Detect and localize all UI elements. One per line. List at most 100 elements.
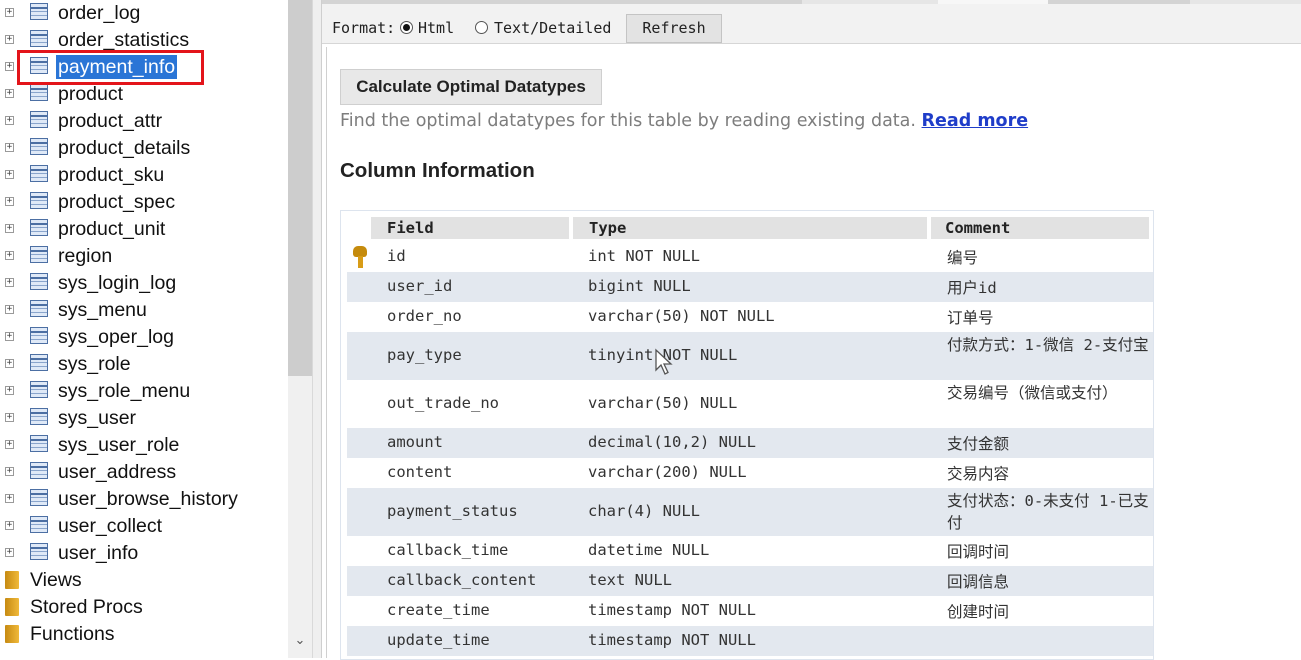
tree-item-label[interactable]: user_collect: [58, 513, 162, 540]
expand-icon[interactable]: +: [5, 35, 14, 44]
tree-item-table[interactable]: + sys_role_menu: [0, 378, 288, 405]
tree-item-table[interactable]: + sys_role: [0, 351, 288, 378]
tree-item-table[interactable]: + product_unit: [0, 216, 288, 243]
tree-item-label[interactable]: product: [58, 81, 123, 108]
tree-item-folder[interactable]: Stored Procs: [0, 594, 288, 621]
table-row[interactable]: id int NOT NULL 编号: [347, 242, 1153, 272]
tree-item-label[interactable]: user_info: [58, 540, 138, 567]
tree-item-table[interactable]: + sys_user: [0, 405, 288, 432]
folder-icon: [5, 571, 19, 589]
tree-item-label[interactable]: product_unit: [58, 216, 165, 243]
html-option-label[interactable]: Html: [418, 19, 454, 37]
expand-icon[interactable]: +: [5, 278, 14, 287]
table-row[interactable]: content varchar(200) NULL 交易内容: [347, 458, 1153, 488]
type-cell: datetime NULL: [588, 541, 710, 559]
table-row[interactable]: callback_time datetime NULL 回调时间: [347, 536, 1153, 566]
field-cell: callback_content: [387, 571, 537, 589]
tree-item-table[interactable]: + product_spec: [0, 189, 288, 216]
tree-item-label[interactable]: sys_role_menu: [58, 378, 190, 405]
table-row[interactable]: create_time timestamp NOT NULL 创建时间: [347, 596, 1153, 626]
comment-cell: 订单号: [947, 309, 994, 327]
type-cell: text NULL: [588, 571, 672, 589]
expand-icon[interactable]: +: [5, 170, 14, 179]
comment-cell: 交易内容: [947, 465, 1010, 483]
expand-icon[interactable]: +: [5, 143, 14, 152]
expand-icon[interactable]: +: [5, 116, 14, 125]
text-detailed-option-label[interactable]: Text/Detailed: [494, 19, 611, 37]
scroll-down-arrow-icon[interactable]: ⌄: [290, 630, 310, 652]
expand-icon[interactable]: +: [5, 224, 14, 233]
tree-item-label[interactable]: sys_role: [58, 351, 131, 378]
expand-icon[interactable]: +: [5, 440, 14, 449]
tree-item-label[interactable]: user_address: [58, 459, 176, 486]
table-row[interactable]: pay_type tinyint NOT NULL 付款方式：1-微信 2-支付宝: [347, 332, 1153, 380]
tree-item-label[interactable]: sys_oper_log: [58, 324, 174, 351]
column-header[interactable]: Type: [573, 217, 927, 239]
field-cell: payment_status: [387, 502, 518, 520]
tree-item-folder[interactable]: Functions: [0, 621, 288, 648]
tree-item-table[interactable]: + user_browse_history: [0, 486, 288, 513]
expand-icon[interactable]: +: [5, 413, 14, 422]
expand-icon[interactable]: +: [5, 494, 14, 503]
table-row[interactable]: user_id bigint NULL 用户id: [347, 272, 1153, 302]
html-radio[interactable]: [400, 21, 413, 34]
expand-icon[interactable]: +: [5, 305, 14, 314]
tree-item-label[interactable]: product_details: [58, 135, 190, 162]
expand-icon[interactable]: +: [5, 359, 14, 368]
expand-icon[interactable]: +: [5, 332, 14, 341]
comment-cell: 付款方式：1-微信 2-支付宝: [947, 336, 1149, 354]
tree-item-label[interactable]: order_log: [58, 0, 140, 27]
table-row[interactable]: update_time timestamp NOT NULL: [347, 626, 1153, 656]
tree-item-table[interactable]: + user_collect: [0, 513, 288, 540]
tree-item-label[interactable]: product_spec: [58, 189, 175, 216]
field-cell: out_trade_no: [387, 394, 499, 412]
column-header[interactable]: Comment: [931, 217, 1149, 239]
expand-icon[interactable]: +: [5, 89, 14, 98]
tree-item-table[interactable]: + user_address: [0, 459, 288, 486]
expand-icon[interactable]: +: [5, 197, 14, 206]
tree-folder-label[interactable]: Views: [30, 567, 82, 594]
expand-icon[interactable]: +: [5, 521, 14, 530]
table-row[interactable]: order_no varchar(50) NOT NULL 订单号: [347, 302, 1153, 332]
expand-icon[interactable]: +: [5, 62, 14, 71]
tree-item-label[interactable]: product_sku: [58, 162, 164, 189]
table-row[interactable]: callback_content text NULL 回调信息: [347, 566, 1153, 596]
column-header[interactable]: Field: [371, 217, 569, 239]
expand-icon[interactable]: +: [5, 386, 14, 395]
tree-item-table[interactable]: + sys_user_role: [0, 432, 288, 459]
tree-scroll-thumb[interactable]: [288, 0, 312, 376]
tree-item-table[interactable]: + product_details: [0, 135, 288, 162]
tree-item-label[interactable]: sys_menu: [58, 297, 147, 324]
tree-item-table[interactable]: + sys_menu: [0, 297, 288, 324]
calculate-optimal-datatypes-button[interactable]: Calculate Optimal Datatypes: [340, 69, 602, 105]
tree-item-label[interactable]: sys_login_log: [58, 270, 176, 297]
tree-item-label[interactable]: user_browse_history: [58, 486, 238, 513]
tree-item-table[interactable]: + sys_login_log: [0, 270, 288, 297]
text-detailed-radio[interactable]: [475, 21, 488, 34]
tree-item-table[interactable]: + product_sku: [0, 162, 288, 189]
tree-item-table[interactable]: + region: [0, 243, 288, 270]
tree-item-label[interactable]: region: [58, 243, 112, 270]
tree-item-table[interactable]: + user_info: [0, 540, 288, 567]
tree-item-table[interactable]: + order_log: [0, 0, 288, 27]
type-cell: decimal(10,2) NULL: [588, 433, 756, 451]
table-row[interactable]: out_trade_no varchar(50) NULL 交易编号（微信或支付）: [347, 380, 1153, 428]
table-row[interactable]: amount decimal(10,2) NULL 支付金额: [347, 428, 1153, 458]
tree-folder-label[interactable]: Functions: [30, 621, 115, 648]
expand-icon[interactable]: +: [5, 251, 14, 260]
tree-item-label[interactable]: product_attr: [58, 108, 162, 135]
refresh-button[interactable]: Refresh: [626, 14, 722, 43]
tree-item-folder[interactable]: Views: [0, 567, 288, 594]
tree-item-label[interactable]: sys_user_role: [58, 432, 179, 459]
tree-item-table[interactable]: + sys_oper_log: [0, 324, 288, 351]
tree-folder-label[interactable]: Stored Procs: [30, 594, 143, 621]
read-more-link[interactable]: Read more: [922, 111, 1029, 131]
tree-item-table[interactable]: + product: [0, 81, 288, 108]
expand-icon[interactable]: +: [5, 467, 14, 476]
expand-icon[interactable]: +: [5, 8, 14, 17]
tree-item-table[interactable]: + product_attr: [0, 108, 288, 135]
tree-item-label[interactable]: sys_user: [58, 405, 136, 432]
expand-icon[interactable]: +: [5, 548, 14, 557]
panel-splitter[interactable]: [312, 0, 322, 658]
table-row[interactable]: payment_status char(4) NULL 支付状态：0-未支付 1-已…: [347, 488, 1153, 536]
